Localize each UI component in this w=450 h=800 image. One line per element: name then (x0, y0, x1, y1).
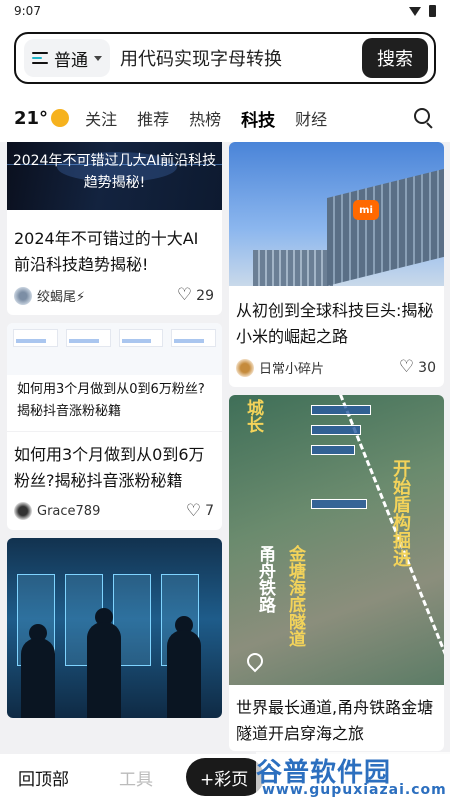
menu-lines-icon (32, 52, 48, 64)
feed-column-left: 2024年不可错过几大AI前沿科技趋势揭秘! 2024年不可错过的十大AI前沿科… (7, 142, 222, 726)
search-mode-label: 普通 (54, 50, 88, 71)
map-label: 开始盾构掘进 (390, 459, 411, 567)
location-pin-icon (243, 649, 267, 673)
author-name[interactable]: 日常小碎片 (259, 358, 399, 377)
feed-card[interactable]: mi 从初创到全球科技巨头:揭秘小米的崛起之路 日常小碎片 ♡ 30 (229, 142, 444, 387)
card-meta: 日常小碎片 ♡ 30 (229, 354, 444, 387)
avatar[interactable] (14, 502, 32, 520)
tab-hot[interactable]: 热榜 (189, 106, 221, 130)
search-input[interactable]: 用代码实现字母转换 (110, 45, 362, 71)
card-title: 世界最长通道,甬舟铁路金塘隧道开启穿海之旅 (236, 698, 434, 743)
feed-card[interactable]: 2024年不可错过几大AI前沿科技趋势揭秘! 2024年不可错过的十大AI前沿科… (7, 142, 222, 315)
tab-recommend[interactable]: 推荐 (137, 106, 169, 130)
status-time: 9:07 (14, 4, 41, 18)
like-count: 7 (205, 503, 214, 519)
color-page-button[interactable]: +彩页 (186, 758, 265, 796)
map-label: 金塘海底隧道 (285, 545, 305, 647)
feed-card[interactable] (7, 538, 222, 718)
search-button[interactable]: 搜索 (362, 38, 428, 78)
search-bar[interactable]: 普通 用代码实现字母转换 搜索 (14, 32, 436, 84)
heart-icon: ♡ (185, 500, 202, 521)
heart-icon: ♡ (398, 357, 415, 377)
tab-tech[interactable]: 科技 (241, 106, 275, 131)
status-icons (409, 5, 436, 17)
tab-finance[interactable]: 财经 (295, 106, 327, 130)
chevron-down-icon (94, 55, 102, 61)
card-image-caption: 如何用3个月做到从0到6万粉丝?揭秘抖音涨粉秘籍 (17, 382, 205, 419)
feed-card[interactable]: 城长 开始盾构掘进 甬舟铁路 金塘海底隧道 世界最长通道,甬舟铁路金塘隧道开启穿… (229, 395, 444, 751)
card-image-caption: 2024年不可错过几大AI前沿科技趋势揭秘! (12, 153, 217, 191)
map-label: 甬舟铁路 (255, 545, 275, 613)
feed-card[interactable]: 如何用3个月做到从0到6万粉丝?揭秘抖音涨粉秘籍 如何用3个月做到从0到6万粉丝… (7, 323, 222, 530)
tools-button[interactable]: 工具 (119, 765, 153, 790)
author-name[interactable]: 绞蝎尾⚡ (37, 286, 177, 305)
avatar[interactable] (236, 358, 254, 377)
card-title: 如何用3个月做到从0到6万粉丝?揭秘抖音涨粉秘籍 (14, 445, 205, 490)
search-mode-dropdown[interactable]: 普通 (24, 39, 110, 77)
weather-widget[interactable]: 21° (14, 107, 70, 129)
temperature: 21° (14, 107, 49, 129)
status-bar: 9:07 (0, 0, 450, 22)
like-button[interactable]: ♡ 30 (399, 359, 436, 376)
map-label: 城长 (243, 399, 263, 433)
feed: 2024年不可错过几大AI前沿科技趋势揭秘! 2024年不可错过的十大AI前沿科… (0, 142, 450, 754)
card-meta: 绞蝎尾⚡ ♡ 29 (7, 282, 222, 315)
like-count: 30 (418, 359, 436, 376)
card-image-caption: mi (353, 200, 379, 220)
tab-follow[interactable]: 关注 (85, 106, 117, 130)
battery-icon (429, 5, 436, 17)
author-name[interactable]: Grace789 (37, 504, 186, 519)
like-count: 29 (196, 287, 214, 304)
watermark: 谷普软件园 www.gupuxiazai.com (256, 752, 450, 800)
card-image (7, 323, 222, 375)
card-image: 城长 开始盾构掘进 甬舟铁路 金塘海底隧道 (229, 395, 444, 685)
wifi-icon (409, 6, 421, 16)
like-button[interactable]: ♡ 29 (177, 287, 214, 304)
search-header: 普通 用代码实现字母转换 搜索 (0, 22, 450, 94)
card-title: 2024年不可错过的十大AI前沿科技趋势揭秘! (14, 229, 199, 274)
back-to-top-button[interactable]: 回顶部 (18, 765, 69, 790)
sun-icon (51, 109, 70, 127)
heart-icon: ♡ (176, 285, 193, 305)
like-button[interactable]: ♡ 7 (185, 500, 214, 521)
card-image: 2024年不可错过几大AI前沿科技趋势揭秘! (7, 142, 222, 210)
watermark-url: www.gupuxiazai.com (262, 782, 447, 798)
search-icon[interactable] (414, 108, 434, 129)
feed-column-right: mi 从初创到全球科技巨头:揭秘小米的崛起之路 日常小碎片 ♡ 30 城长 开始… (229, 142, 444, 754)
category-tabs: 21° 关注 推荐 热榜 科技 财经 (0, 94, 450, 142)
card-title: 从初创到全球科技巨头:揭秘小米的崛起之路 (236, 301, 434, 346)
card-meta: Grace789 ♡ 7 (7, 498, 222, 530)
avatar[interactable] (14, 286, 32, 305)
card-image: mi (229, 142, 444, 286)
card-image (7, 538, 222, 718)
